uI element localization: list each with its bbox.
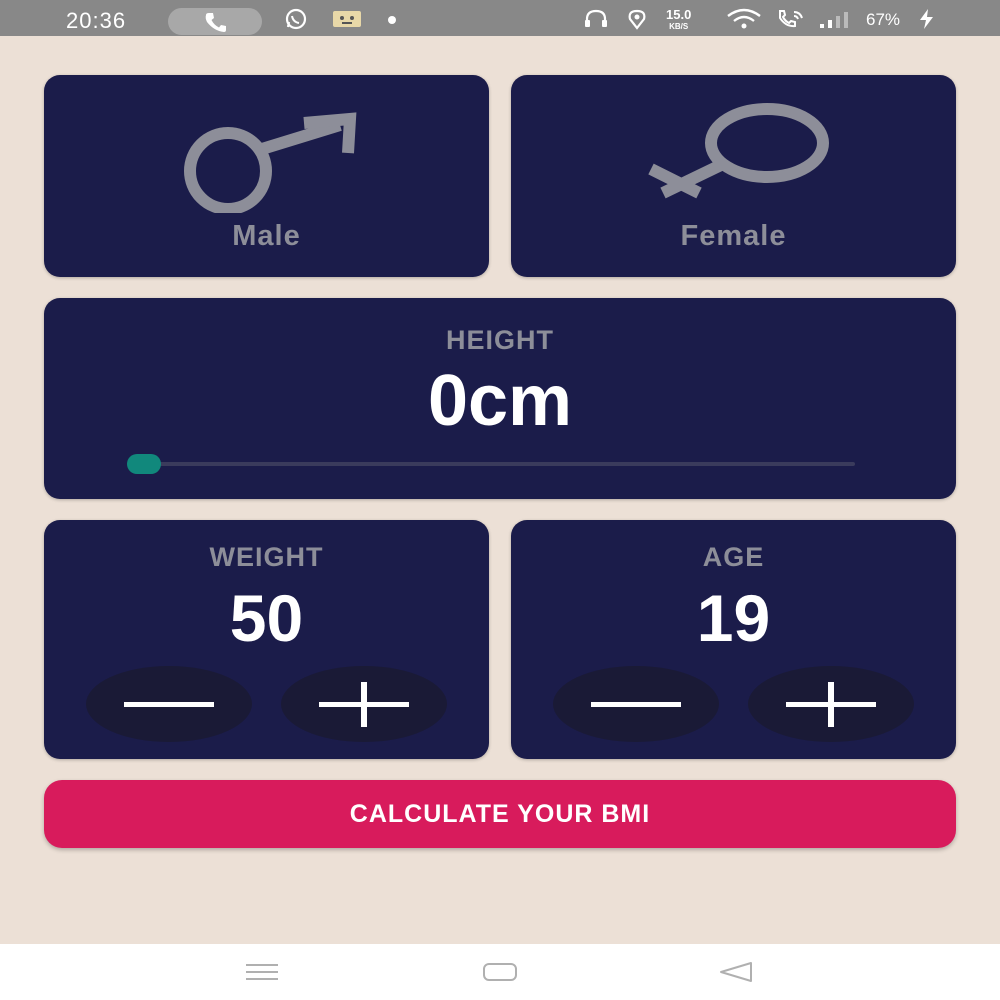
minus-icon [591,702,681,707]
weight-value: 50 [229,581,304,655]
home-icon[interactable] [482,961,518,983]
speed-unit: KB/S [669,22,689,31]
charging-icon [920,9,933,29]
network-speed: 15.0 KB/S [666,7,692,32]
wifi-icon [727,8,761,29]
female-label: Female [680,220,787,252]
age-title: AGE [702,542,765,572]
male-label: Male [232,220,301,252]
notification-icon [333,11,361,27]
height-card: HEIGHT 0cm [44,298,956,499]
weight-decrement-button[interactable] [86,666,252,742]
female-card[interactable]: Female [511,75,956,277]
minus-icon [124,702,214,707]
navigation-bar [0,944,1000,1000]
plus-icon-vertical [828,682,834,727]
battery-percent: 67% [866,10,901,29]
weight-increment-button[interactable] [281,666,447,742]
wifi-calling-icon [779,10,803,28]
speed-value: 15.0 [666,7,692,22]
status-time: 20:36 [66,8,127,33]
back-icon[interactable] [718,960,754,984]
height-title: HEIGHT [445,325,554,355]
location-icon [628,9,646,30]
male-card[interactable]: Male [44,75,489,277]
height-slider-thumb[interactable] [127,454,161,474]
plus-icon-vertical [361,682,367,727]
height-value: 0cm [427,361,573,441]
status-bar: 20:36 15.0 KB/S 67% [0,0,1000,36]
age-card: AGE 19 [511,520,956,759]
female-symbol-icon [648,103,829,199]
age-decrement-button[interactable] [553,666,719,742]
signal-icon [820,12,848,28]
male-symbol-icon [184,112,357,213]
menu-icon[interactable] [244,962,280,982]
weight-card: WEIGHT 50 [44,520,489,759]
age-increment-button[interactable] [748,666,914,742]
age-value: 19 [696,581,771,655]
headset-icon [585,9,607,27]
dot-icon [388,16,396,24]
calculate-bmi-button[interactable]: CALCULATE YOUR BMI [44,780,956,848]
weight-title: WEIGHT [209,542,324,572]
whatsapp-icon [285,8,307,30]
height-slider-track[interactable] [144,462,855,466]
phone-call-icon[interactable] [168,8,262,35]
